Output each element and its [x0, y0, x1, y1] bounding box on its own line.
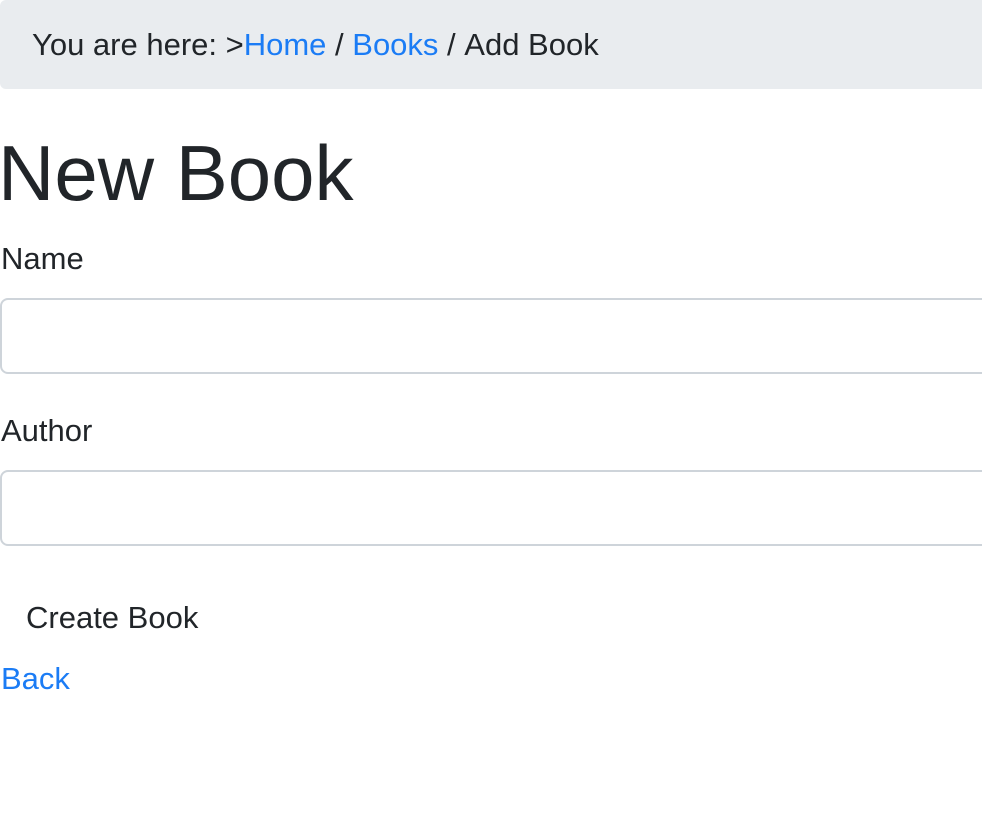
back-link[interactable]: Back: [1, 660, 70, 698]
page-title: New Book: [0, 129, 354, 217]
create-book-button[interactable]: Create Book: [0, 590, 224, 646]
author-input[interactable]: [0, 470, 982, 546]
breadcrumb-separator: /: [326, 26, 353, 62]
breadcrumb-prefix: You are here: >: [32, 26, 244, 62]
name-input[interactable]: [0, 298, 982, 374]
breadcrumb-books-link[interactable]: Books: [352, 27, 438, 63]
breadcrumb: You are here: > Home / Books / Add Book: [0, 0, 982, 89]
breadcrumb-current: Add Book: [464, 26, 599, 62]
name-label: Name: [1, 241, 84, 276]
author-label: Author: [1, 413, 93, 448]
breadcrumb-separator: /: [438, 26, 465, 62]
breadcrumb-home-link[interactable]: Home: [244, 27, 327, 63]
